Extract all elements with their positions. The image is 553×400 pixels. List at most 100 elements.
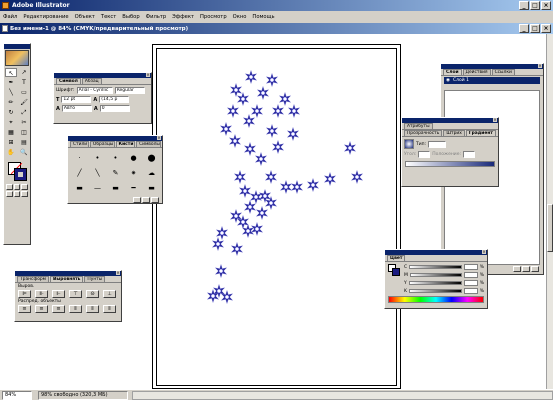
zoom-tool-icon[interactable]: 🔍 <box>18 148 30 157</box>
zoom-level-field[interactable]: 84% <box>2 390 32 400</box>
gradient-panel-title-bar[interactable]: × <box>402 118 498 123</box>
brush-swatch[interactable]: · <box>72 152 87 164</box>
magenta-value-field[interactable] <box>463 272 478 278</box>
minimize-button[interactable]: _ <box>519 1 529 10</box>
new-brush-button[interactable] <box>133 197 141 203</box>
panel-close-icon[interactable]: × <box>538 64 542 68</box>
tab-gradient[interactable]: Градиент <box>465 130 496 136</box>
warp-tool-icon[interactable]: ⌖ <box>5 118 17 127</box>
document-minimize-button[interactable]: _ <box>519 24 529 33</box>
rotate-tool-icon[interactable]: ↻ <box>5 108 17 117</box>
distribute-bottom-button[interactable]: ≡ <box>52 305 65 313</box>
blend-tool-icon[interactable]: ⊞ <box>5 138 17 147</box>
tab-swatches[interactable]: Образцы <box>89 141 115 147</box>
menu-file[interactable]: Файл <box>3 14 17 20</box>
mesh-tool-icon[interactable]: ◫ <box>18 128 30 137</box>
yellow-slider[interactable] <box>408 281 462 285</box>
status-info-field[interactable]: 98% свободно (320,3 МБ) <box>38 390 128 400</box>
close-button[interactable]: × <box>541 1 551 10</box>
pen-tool-icon[interactable]: ✒ <box>5 78 17 87</box>
delete-brush-button[interactable] <box>151 197 159 203</box>
distribute-top-button[interactable]: ≡ <box>18 305 31 313</box>
tab-attributes[interactable]: Атрибуты <box>404 123 433 129</box>
tab-pathfinder[interactable]: Пунты <box>84 276 106 282</box>
brush-swatch[interactable]: ✎ <box>108 167 123 179</box>
pencil-tool-icon[interactable]: ✏ <box>5 98 17 107</box>
font-style-select[interactable]: Regular <box>114 87 145 94</box>
tab-styles[interactable]: Стили <box>70 141 89 147</box>
panel-close-icon[interactable]: × <box>146 73 150 77</box>
gradient-mode-button[interactable] <box>13 184 21 190</box>
color-mode-button[interactable] <box>6 184 13 190</box>
brush-options-button[interactable] <box>142 197 150 203</box>
tab-symbols[interactable]: Символы <box>136 141 161 147</box>
angle-field[interactable] <box>418 151 431 158</box>
scale-tool-icon[interactable]: ⤢ <box>18 108 30 117</box>
new-layer-button[interactable] <box>522 266 530 272</box>
toolbox-title-bar[interactable] <box>4 44 30 49</box>
cyan-slider[interactable] <box>409 265 462 269</box>
brush-swatch[interactable]: ━ <box>126 182 141 194</box>
none-mode-button[interactable] <box>21 184 29 190</box>
rectangle-tool-icon[interactable]: ▭ <box>18 88 30 97</box>
delete-layer-button[interactable] <box>531 266 539 272</box>
stroke-swatch[interactable] <box>14 168 27 181</box>
menu-filter[interactable]: Фильтр <box>146 14 167 20</box>
distribute-right-button[interactable]: ⦀ <box>103 305 116 313</box>
brush-swatch[interactable]: — <box>90 182 105 194</box>
tab-layers[interactable]: Слои <box>443 69 462 75</box>
vertical-scrollbar[interactable] <box>546 34 553 389</box>
color-fill-stroke-indicator[interactable] <box>388 264 400 276</box>
leading-field[interactable]: (14,5 p <box>99 96 130 103</box>
brush-swatch[interactable]: ▬ <box>144 182 159 194</box>
align-bottom-button[interactable]: ⊥ <box>103 290 116 298</box>
cyan-value-field[interactable] <box>463 264 478 270</box>
kerning-field[interactable]: Авто <box>61 105 92 112</box>
color-spectrum-bar[interactable] <box>388 296 484 303</box>
tab-stroke[interactable]: Штрих <box>443 130 465 136</box>
panel-close-icon[interactable]: × <box>482 250 486 254</box>
menu-object[interactable]: Объект <box>75 14 95 20</box>
eye-icon[interactable]: ◉ <box>446 78 450 83</box>
brush-swatch[interactable]: ⬤ <box>144 152 159 164</box>
menu-type[interactable]: Текст <box>101 14 116 20</box>
standard-screen-mode-button[interactable] <box>6 191 13 197</box>
gradient-type-select[interactable] <box>428 140 447 148</box>
document-close-button[interactable]: × <box>541 24 551 33</box>
horizontal-scrollbar[interactable] <box>132 390 553 400</box>
align-hcenter-button[interactable]: ⊪ <box>35 290 48 298</box>
brush-swatch[interactable]: • <box>108 152 123 164</box>
black-slider[interactable] <box>408 289 462 293</box>
line-tool-icon[interactable]: ╲ <box>5 88 17 97</box>
brush-swatch[interactable]: ╲ <box>90 167 105 179</box>
color-panel-title-bar[interactable]: × <box>385 250 487 255</box>
tab-paragraph[interactable]: Абзац <box>81 78 102 84</box>
slice-tool-icon[interactable]: ▤ <box>18 138 30 147</box>
tab-links[interactable]: Ссылки <box>491 69 515 75</box>
tracking-field[interactable]: 0 <box>99 105 130 112</box>
menu-view[interactable]: Просмотр <box>200 14 227 20</box>
paintbrush-tool-icon[interactable]: 🖌 <box>18 98 30 107</box>
panel-close-icon[interactable]: × <box>493 118 497 122</box>
maximize-button[interactable]: □ <box>530 1 540 10</box>
font-size-field[interactable]: 12 pt <box>61 96 92 103</box>
brush-swatch[interactable]: ☁ <box>144 167 159 179</box>
menu-select[interactable]: Выбор <box>122 14 139 20</box>
illustrator-app-icon[interactable] <box>2 2 9 9</box>
tab-transparency[interactable]: Прозрачность <box>404 130 443 136</box>
brush-swatch[interactable]: ╱ <box>72 167 87 179</box>
brush-swatch[interactable]: • <box>90 152 105 164</box>
brush-swatch[interactable]: ▬ <box>72 182 87 194</box>
font-family-select[interactable]: Arial - Cyrillic <box>76 87 113 94</box>
type-tool-icon[interactable]: T <box>18 78 30 87</box>
brush-swatch[interactable]: ⁕ <box>126 167 141 179</box>
menu-help[interactable]: Помощь <box>252 14 274 20</box>
align-panel-title-bar[interactable]: × <box>15 271 121 276</box>
menu-window[interactable]: Окно <box>233 14 247 20</box>
tab-character[interactable]: Символ <box>56 78 81 84</box>
menu-edit[interactable]: Редактирование <box>23 14 68 20</box>
menu-effect[interactable]: Эффект <box>172 14 194 20</box>
magenta-slider[interactable] <box>409 273 462 277</box>
hand-tool-icon[interactable]: ✋ <box>5 148 17 157</box>
align-vcenter-button[interactable]: ⊝ <box>86 290 99 298</box>
